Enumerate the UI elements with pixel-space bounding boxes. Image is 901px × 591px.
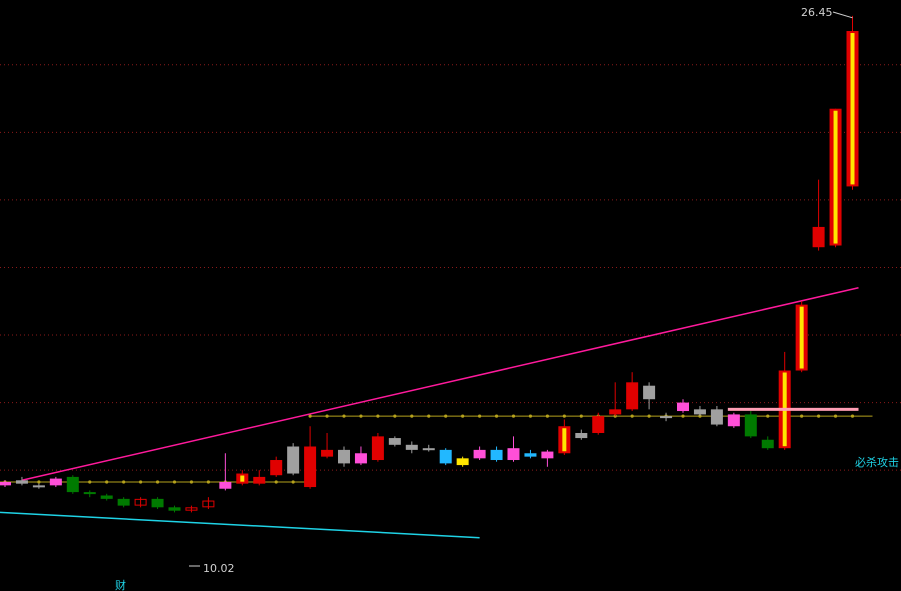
candle-body-26 [439, 449, 452, 464]
candle-body-28 [473, 449, 486, 459]
candle-body-32 [541, 451, 554, 459]
support-dot-12 [206, 480, 210, 484]
candle-body-18 [304, 446, 317, 488]
candle-body-19 [321, 449, 334, 457]
candle-body-1 [15, 480, 28, 484]
support-dot-50 [850, 414, 855, 418]
candle-body-23 [388, 438, 401, 445]
candle-body-42 [710, 409, 723, 425]
support-dot-40 [681, 414, 685, 418]
candle-body-24 [405, 444, 418, 450]
support-dot-5 [88, 480, 92, 484]
support-dot-6 [105, 480, 109, 484]
candle-body-2 [32, 485, 45, 488]
high-price-label: 26.45 [801, 6, 833, 19]
support-dot-32 [545, 414, 550, 418]
candlestick-chart: 26.45 10.02 必杀攻击 财 [0, 0, 901, 591]
support-dot-8 [139, 480, 143, 484]
candle-body-25 [422, 448, 435, 451]
candle-body-16 [270, 460, 283, 476]
candle-body-35 [592, 416, 605, 433]
candle-body-38 [643, 385, 656, 400]
support-dot-7 [122, 480, 126, 484]
support-dot-49 [833, 414, 838, 418]
support-dot-45 [766, 414, 770, 418]
candle-body-core-50 [850, 33, 855, 185]
candle-body-29 [490, 449, 503, 461]
support-dot-37 [630, 414, 634, 418]
support-dot-19 [325, 414, 329, 418]
support-dot-29 [494, 414, 499, 418]
candle-body-30 [507, 448, 520, 461]
candle-body-43 [727, 414, 740, 427]
support-dot-48 [817, 414, 821, 418]
candle-body-4 [66, 476, 79, 493]
signal-label: 必杀攻击 [855, 455, 899, 469]
support-dot-33 [562, 414, 566, 418]
candle-body-45 [761, 439, 774, 449]
candle-body-15 [253, 476, 266, 484]
support-dot-28 [478, 414, 482, 418]
candle-body-3 [49, 478, 62, 486]
candle-body-20 [338, 449, 350, 464]
candle-body-13 [219, 481, 232, 489]
support-dot-30 [511, 414, 516, 418]
candle-body-5 [83, 492, 96, 495]
candle-body-41 [693, 409, 706, 415]
candle-body-core-14 [240, 475, 245, 482]
candle-body-core-49 [833, 110, 838, 244]
candle-body-48 [812, 226, 825, 248]
candle-body-21 [354, 453, 367, 464]
candle-body-6 [100, 495, 113, 499]
support-dot-21 [359, 414, 363, 418]
candle-body-39 [660, 416, 673, 419]
support-dot-26 [444, 414, 448, 418]
support-dot-16 [274, 480, 278, 484]
support-dot-27 [461, 414, 465, 418]
candle-body-core-33 [562, 428, 567, 452]
candle-body-34 [575, 432, 588, 439]
candle-body-17 [287, 446, 300, 474]
support-dot-10 [172, 480, 177, 484]
candle-body-44 [744, 414, 757, 437]
candle-body-40 [677, 402, 689, 412]
candle-body-36 [609, 409, 622, 415]
support-dot-34 [579, 414, 583, 418]
support-dot-24 [410, 414, 414, 418]
candle-body-27 [456, 458, 469, 466]
candle-body-31 [524, 453, 537, 457]
support-dot-20 [342, 414, 346, 418]
signal-line-bar [727, 407, 859, 411]
low-price-label: 10.02 [203, 562, 235, 575]
support-dot-11 [189, 480, 194, 484]
candle-body-10 [168, 507, 181, 511]
candle-body-22 [371, 436, 384, 461]
candle-body-core-47 [799, 306, 804, 369]
candle-body-9 [151, 498, 164, 508]
support-dot-47 [800, 414, 804, 418]
support-dot-23 [393, 414, 397, 418]
candle-body-37 [626, 382, 639, 410]
candle-body-0 [0, 481, 11, 486]
candle-body-7 [117, 498, 130, 506]
support-dot-22 [376, 414, 380, 418]
support-dot-17 [291, 480, 295, 484]
bottom-char-label: 财 [115, 578, 126, 591]
support-dot-2 [37, 480, 41, 484]
support-dot-25 [427, 414, 431, 418]
support-dot-38 [647, 414, 651, 418]
support-dot-9 [155, 480, 160, 484]
support-dot-31 [528, 414, 533, 418]
